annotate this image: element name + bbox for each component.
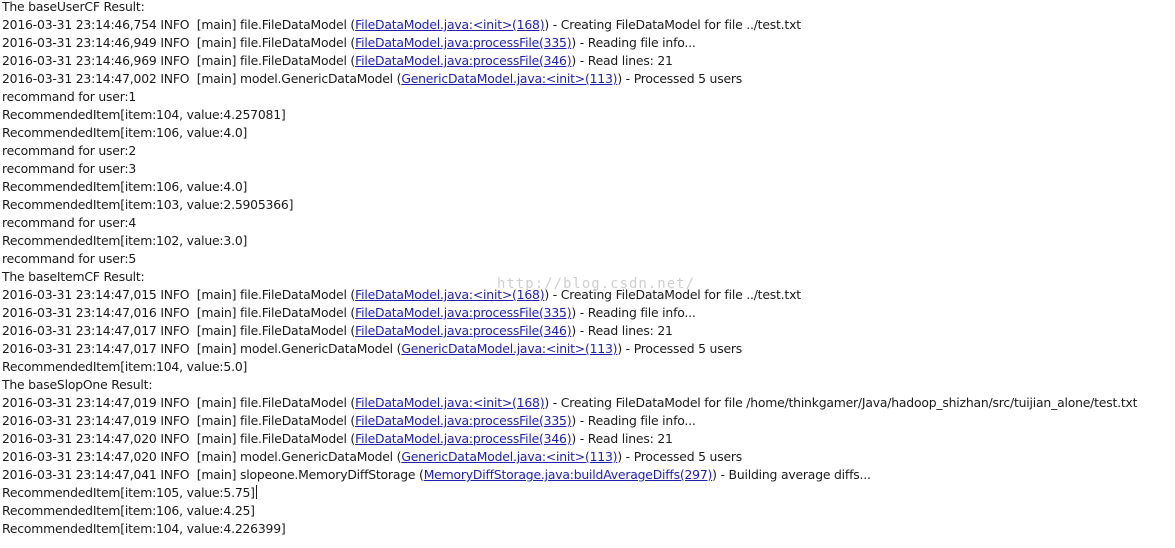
log-prefix: 2016-03-31 23:14:46,949 INFO [main] file…	[2, 35, 356, 50]
log-prefix: 2016-03-31 23:14:47,002 INFO [main] mode…	[2, 71, 402, 86]
source-link[interactable]: FileDataModel.java:<init>(168)	[355, 395, 544, 410]
log-message: ) - Reading file info...	[571, 305, 696, 320]
output-text: RecommendedItem[item:106, value:4.25]	[2, 503, 255, 518]
log-message: ) - Read lines: 21	[571, 431, 673, 446]
output-text: RecommendedItem[item:104, value:4.226399…	[2, 521, 286, 536]
log-line: 2016-03-31 23:14:47,017 INFO [main] mode…	[2, 340, 1137, 358]
log-prefix: 2016-03-31 23:14:47,019 INFO [main] file…	[2, 395, 356, 410]
log-line: 2016-03-31 23:14:47,041 INFO [main] slop…	[2, 466, 1137, 484]
log-prefix: 2016-03-31 23:14:47,019 INFO [main] file…	[2, 413, 356, 428]
log-message: ) - Read lines: 21	[571, 53, 673, 68]
log-line: 2016-03-31 23:14:47,020 INFO [main] mode…	[2, 448, 1137, 466]
log-prefix: 2016-03-31 23:14:46,969 INFO [main] file…	[2, 53, 356, 68]
source-link[interactable]: FileDataModel.java:<init>(168)	[355, 287, 544, 302]
log-line: 2016-03-31 23:14:47,020 INFO [main] file…	[2, 430, 1137, 448]
source-link[interactable]: FileDataModel.java:processFile(335)	[355, 413, 571, 428]
log-line: 2016-03-31 23:14:46,754 INFO [main] file…	[2, 16, 1137, 34]
source-link[interactable]: FileDataModel.java:processFile(346)	[355, 431, 571, 446]
output-line: The baseSlopOne Result:	[2, 376, 1137, 394]
log-message: ) - Reading file info...	[571, 35, 696, 50]
output-text: recommand for user:1	[2, 89, 137, 104]
log-prefix: 2016-03-31 23:14:47,017 INFO [main] file…	[2, 323, 356, 338]
output-line: recommand for user:2	[2, 142, 1137, 160]
output-text: The baseUserCF Result:	[2, 0, 145, 14]
log-prefix: 2016-03-31 23:14:47,015 INFO [main] file…	[2, 287, 356, 302]
log-prefix: 2016-03-31 23:14:46,754 INFO [main] file…	[2, 17, 356, 32]
output-line: The baseUserCF Result:	[2, 0, 1137, 16]
text-caret	[255, 485, 257, 499]
output-text: RecommendedItem[item:106, value:4.0]	[2, 179, 248, 194]
log-message: ) - Read lines: 21	[571, 323, 673, 338]
output-text: recommand for user:4	[2, 215, 137, 230]
output-text: The baseSlopOne Result:	[2, 377, 153, 392]
output-text: RecommendedItem[item:104, value:5.0]	[2, 359, 248, 374]
log-line: 2016-03-31 23:14:47,017 INFO [main] file…	[2, 322, 1137, 340]
log-prefix: 2016-03-31 23:14:47,017 INFO [main] mode…	[2, 341, 402, 356]
log-prefix: 2016-03-31 23:14:47,016 INFO [main] file…	[2, 305, 356, 320]
output-line: RecommendedItem[item:104, value:4.257081…	[2, 106, 1137, 124]
source-link[interactable]: FileDataModel.java:processFile(335)	[355, 305, 571, 320]
output-text: recommand for user:5	[2, 251, 137, 266]
source-link[interactable]: FileDataModel.java:processFile(346)	[355, 53, 571, 68]
output-line: recommand for user:4	[2, 214, 1137, 232]
log-message: ) - Building average diffs...	[712, 467, 871, 482]
log-line: 2016-03-31 23:14:47,016 INFO [main] file…	[2, 304, 1137, 322]
output-text: recommand for user:2	[2, 143, 137, 158]
output-text: RecommendedItem[item:105, value:5.75]	[2, 485, 255, 500]
output-text: recommand for user:3	[2, 161, 137, 176]
console-output[interactable]: The baseUserCF Result: 2016-03-31 23:14:4…	[2, 0, 1138, 538]
log-message: ) - Processed 5 users	[617, 341, 743, 356]
log-line: 2016-03-31 23:14:47,019 INFO [main] file…	[2, 412, 1137, 430]
log-line: 2016-03-31 23:14:46,949 INFO [main] file…	[2, 34, 1137, 52]
output-line: RecommendedItem[item:105, value:5.75]	[2, 484, 1137, 502]
output-line: RecommendedItem[item:103, value:2.590536…	[2, 196, 1137, 214]
source-link[interactable]: FileDataModel.java:processFile(346)	[355, 323, 571, 338]
output-line: recommand for user:1	[2, 88, 1137, 106]
output-text: The baseItemCF Result:	[2, 269, 145, 284]
source-link[interactable]: FileDataModel.java:<init>(168)	[355, 17, 544, 32]
output-line: RecommendedItem[item:104, value:5.0]	[2, 358, 1137, 376]
log-message: ) - Creating FileDataModel for file ../t…	[544, 17, 801, 32]
log-line: 2016-03-31 23:14:47,015 INFO [main] file…	[2, 286, 1137, 304]
output-text: RecommendedItem[item:104, value:4.257081…	[2, 107, 286, 122]
output-line: RecommendedItem[item:106, value:4.0]	[2, 124, 1137, 142]
output-text: RecommendedItem[item:103, value:2.590536…	[2, 197, 294, 212]
log-line: 2016-03-31 23:14:46,969 INFO [main] file…	[2, 52, 1137, 70]
output-line: recommand for user:3	[2, 160, 1137, 178]
source-link[interactable]: FileDataModel.java:processFile(335)	[355, 35, 571, 50]
log-message: ) - Processed 5 users	[617, 449, 743, 464]
source-link[interactable]: MemoryDiffStorage.java:buildAverageDiffs…	[424, 467, 713, 482]
log-message: ) - Reading file info...	[571, 413, 696, 428]
source-link[interactable]: GenericDataModel.java:<init>(113)	[401, 341, 617, 356]
output-line: RecommendedItem[item:104, value:4.226399…	[2, 520, 1137, 538]
output-line: The baseItemCF Result:	[2, 268, 1137, 286]
log-prefix: 2016-03-31 23:14:47,020 INFO [main] file…	[2, 431, 356, 446]
log-message: ) - Processed 5 users	[617, 71, 743, 86]
log-prefix: 2016-03-31 23:14:47,041 INFO [main] slop…	[2, 467, 424, 482]
log-message: ) - Creating FileDataModel for file /hom…	[544, 395, 1138, 410]
output-line: RecommendedItem[item:102, value:3.0]	[2, 232, 1137, 250]
output-text: RecommendedItem[item:106, value:4.0]	[2, 125, 248, 140]
output-text: RecommendedItem[item:102, value:3.0]	[2, 233, 248, 248]
source-link[interactable]: GenericDataModel.java:<init>(113)	[401, 71, 617, 86]
source-link[interactable]: GenericDataModel.java:<init>(113)	[401, 449, 617, 464]
log-prefix: 2016-03-31 23:14:47,020 INFO [main] mode…	[2, 449, 402, 464]
output-line: RecommendedItem[item:106, value:4.25]	[2, 502, 1137, 520]
log-line: 2016-03-31 23:14:47,019 INFO [main] file…	[2, 394, 1138, 412]
log-line: 2016-03-31 23:14:47,002 INFO [main] mode…	[2, 70, 1137, 88]
output-line: recommand for user:5	[2, 250, 1137, 268]
log-message: ) - Creating FileDataModel for file ../t…	[544, 287, 801, 302]
output-line: RecommendedItem[item:106, value:4.0]	[2, 178, 1137, 196]
